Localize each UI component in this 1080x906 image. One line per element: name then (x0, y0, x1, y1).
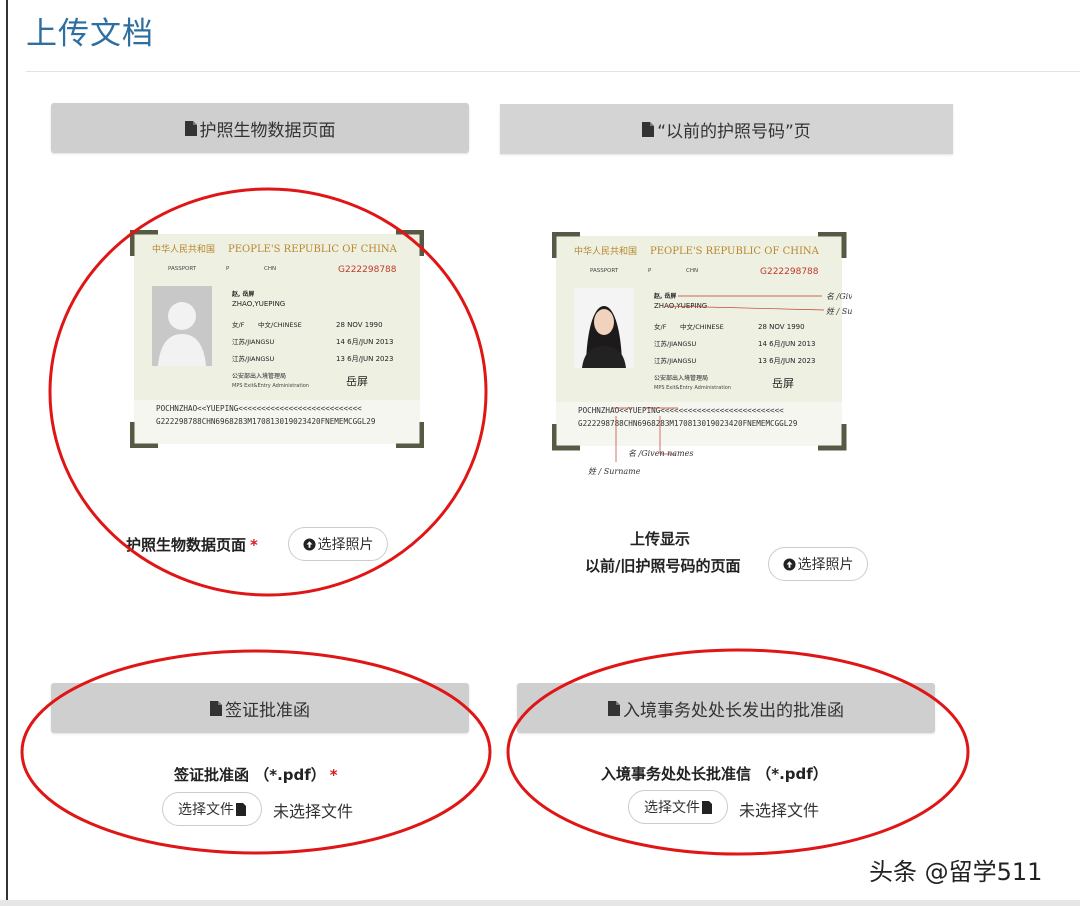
pp-code: CHN (264, 266, 276, 272)
annotation-circle-entry (506, 648, 970, 856)
pp2-name-cn: 赵, 岳屏 (653, 292, 676, 300)
pp-doc: PASSPORT (168, 266, 197, 272)
pp-nationality: 中文/CHINESE (258, 320, 302, 329)
pp2-name-en: ZHAO,YUEPING (654, 302, 707, 310)
file-icon (184, 120, 197, 136)
biodata-field-label: 护照生物数据页面 * (126, 534, 258, 555)
pp-issue-date: 14 6月/JUN 2013 (336, 338, 393, 346)
upload-circle-icon (782, 557, 796, 571)
pp2-nationality: 中文/CHINESE (680, 322, 724, 331)
section-header-biodata: 护照生物数据页面 (51, 103, 469, 153)
pp2-place-birth: 江苏/JIANGSU (654, 339, 696, 348)
watermark-text: 头条 @留学511 (869, 858, 1043, 886)
pp2-authority-en: MPS Exit&Entry Administration (654, 385, 731, 391)
biodata-choose-photo-label: 选择照片 (317, 537, 374, 553)
biodata-choose-photo-button[interactable]: 选择照片 (288, 527, 388, 561)
previous-passport-sample-image: 中华人民共和国 PEOPLE'S REPUBLIC OF CHINA PASSP… (552, 232, 852, 476)
pp2-expiry: 13 6月/JUN 2023 (758, 357, 815, 365)
entry-approval-field-label: 入境事务处处长批准信 （*.pdf） (601, 765, 828, 783)
pp-authority-cn: 公安部出入境管理局 (232, 372, 286, 380)
entry-approval-choose-file-button[interactable]: 选择文件 (628, 790, 728, 824)
required-asterisk: * (250, 536, 258, 554)
pp-name-cn: 赵, 岳屏 (231, 290, 254, 298)
entry-approval-choose-file-label: 选择文件 (644, 800, 700, 816)
file-icon (210, 700, 222, 716)
pp-place-issue: 江苏/JIANGSU (232, 354, 274, 363)
previous-passport-label-line1: 上传显示 (629, 530, 690, 548)
pp-country-cn: 中华人民共和国 (152, 243, 215, 255)
visa-approval-field-label: 签证批准函 （*.pdf） * (174, 764, 338, 785)
pp-country-en: PEOPLE'S REPUBLIC OF CHINA (228, 244, 398, 255)
previous-passport-choose-photo-button[interactable]: 选择照片 (768, 547, 868, 581)
pp2-country-cn: 中华人民共和国 (574, 245, 637, 257)
file-icon (642, 121, 655, 137)
pp2-callout-given-top: 名 /Given names (826, 292, 852, 301)
pp-place-birth: 江苏/JIANGSU (232, 337, 274, 346)
section-header-previous-passport-label: “以前的护照号码”页 (657, 121, 811, 142)
pp2-callout-surname-bottom: 姓 / Surname (588, 467, 641, 476)
pp2-code: CHN (686, 268, 698, 274)
pp-expiry: 13 6月/JUN 2023 (336, 355, 393, 363)
section-header-visa-approval: 签证批准函 (51, 683, 469, 733)
pp2-callout-surname-top: 姓 / Surname (826, 307, 852, 316)
visa-approval-label-text: 签证批准函 （*.pdf） (174, 766, 326, 784)
visa-approval-choose-file-label: 选择文件 (178, 802, 234, 818)
window-left-border (6, 0, 8, 900)
pp2-authority-cn: 公安部出入境管理局 (654, 374, 708, 382)
pp2-issue-date: 14 6月/JUN 2013 (758, 340, 815, 348)
file-icon (236, 802, 246, 816)
pp-number: G222298788 (338, 265, 397, 275)
section-header-entry-approval-label: 入境事务处处长发出的批准函 (623, 700, 844, 721)
pp-sex: 女/F (232, 320, 245, 329)
pp2-signature: 岳屏 (772, 377, 794, 390)
pp2-place-issue: 江苏/JIANGSU (654, 356, 696, 365)
biodata-label-text: 护照生物数据页面 (126, 536, 247, 554)
pp-dob: 28 NOV 1990 (336, 321, 383, 329)
section-header-entry-approval: 入境事务处处长发出的批准函 (517, 683, 935, 733)
section-header-visa-approval-label: 签证批准函 (225, 700, 310, 721)
file-icon (702, 800, 712, 814)
section-header-previous-passport: “以前的护照号码”页 (500, 104, 953, 154)
pp2-number: G222298788 (760, 267, 819, 277)
previous-passport-label-line2: 以前/旧护照号码的页面 (585, 557, 741, 575)
pp-signature: 岳屏 (346, 375, 368, 388)
annotation-circle-visa (20, 649, 492, 855)
pp2-mrz2: G222298788CHN6968283M170813019023420FNEM… (578, 419, 798, 428)
upload-circle-icon (302, 537, 316, 551)
visa-approval-choose-file-button[interactable]: 选择文件 (162, 792, 262, 826)
pp2-mrz1: POCHNZHAO<<YUEPING<<<<<<<<<<<<<<<<<<<<<<… (578, 406, 784, 415)
file-icon (608, 700, 620, 716)
page-title: 上传文档 (26, 16, 154, 52)
passport-biodata-sample-image: 中华人民共和国 PEOPLE'S REPUBLIC OF CHINA PASSP… (130, 230, 424, 448)
pp2-doc: PASSPORT (590, 268, 619, 274)
pp2-country-en: PEOPLE'S REPUBLIC OF CHINA (650, 246, 820, 257)
pp2-sex: 女/F (654, 322, 667, 331)
required-asterisk: * (329, 766, 338, 784)
pp2-callout-given-bottom: 名 /Given names (628, 449, 693, 458)
visa-approval-no-file-text: 未选择文件 (273, 802, 354, 821)
pp-authority-en: MPS Exit&Entry Administration (232, 383, 309, 389)
bottom-scroll-strip (0, 900, 1080, 906)
pp-name-en: ZHAO,YUEPING (232, 300, 285, 308)
previous-passport-choose-photo-label: 选择照片 (797, 557, 854, 573)
pp-mrz2: G222298788CHN6968283M170813019023420FNEM… (156, 417, 376, 426)
pp2-dob: 28 NOV 1990 (758, 323, 805, 331)
title-divider (26, 71, 1080, 72)
entry-approval-no-file-text: 未选择文件 (739, 801, 820, 820)
section-header-biodata-label: 护照生物数据页面 (199, 120, 336, 141)
pp-mrz1: POCHNZHAO<<YUEPING<<<<<<<<<<<<<<<<<<<<<<… (156, 404, 362, 413)
